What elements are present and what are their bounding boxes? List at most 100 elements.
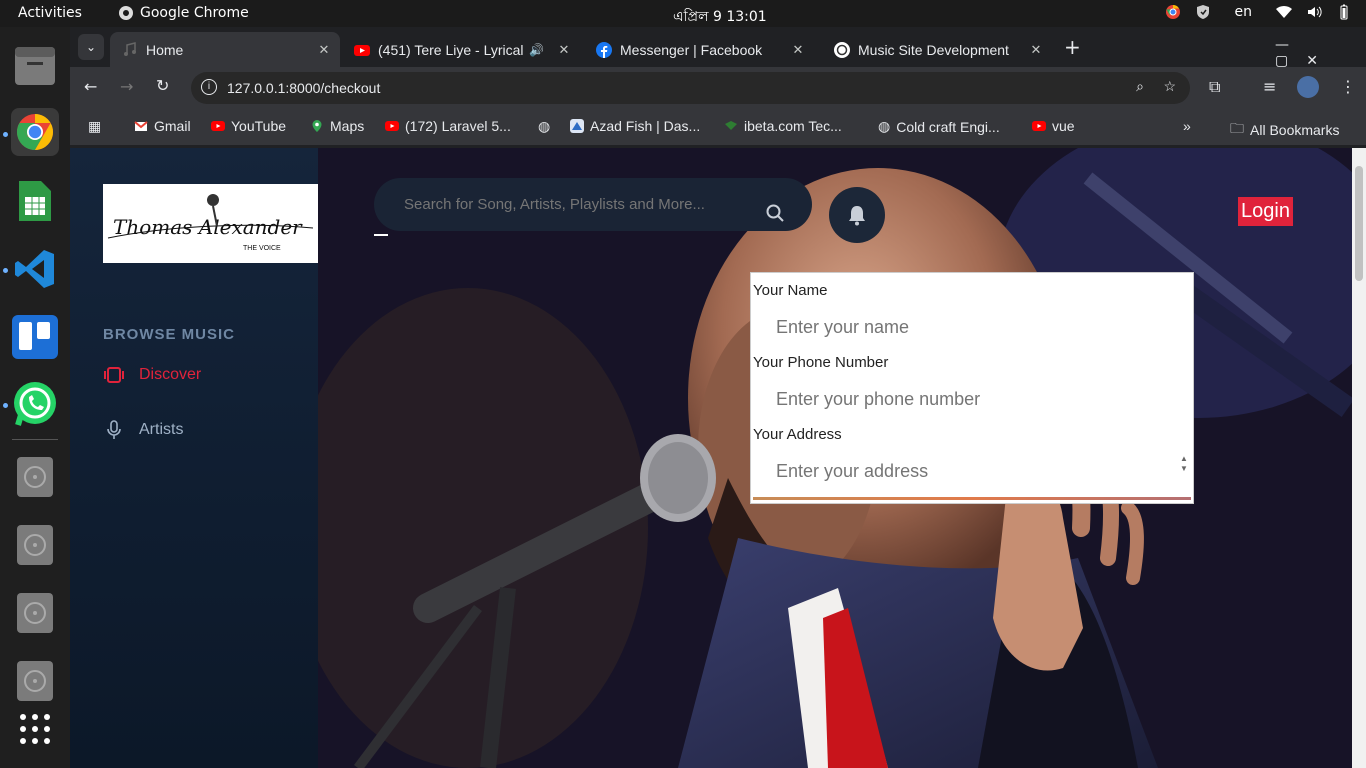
youtube-icon: [211, 121, 225, 131]
tab-strip: ⌄ Home ✕ (451) Tere Liye - Lyrical 🔊 ✕ M…: [70, 27, 1366, 69]
tab-home[interactable]: Home ✕: [110, 32, 340, 67]
files-icon[interactable]: [11, 41, 59, 89]
folder-icon: 🗀: [1230, 120, 1244, 136]
toolbar: ← → ↻ i 127.0.0.1:8000/checkout ⌕ ☆ ⧉ ≡ …: [70, 67, 1366, 109]
chrome-dock-icon[interactable]: [11, 108, 59, 156]
bookmarks-bar: ▦ Gmail YouTube Maps (172) Laravel 5... …: [70, 109, 1366, 145]
forward-icon[interactable]: →: [120, 77, 133, 96]
system-tray[interactable]: en: [1165, 4, 1353, 20]
media-controls-icon[interactable]: ≡: [1263, 77, 1276, 96]
tab-youtube[interactable]: (451) Tere Liye - Lyrical 🔊 ✕: [342, 32, 580, 67]
logo-text: Thomas Alexander: [113, 215, 303, 239]
phone-input[interactable]: [753, 381, 1183, 417]
dock: [0, 27, 70, 768]
tab-title: Home: [146, 41, 184, 58]
minimize-icon[interactable]: —: [1275, 37, 1307, 53]
reload-icon[interactable]: ↻: [156, 76, 169, 95]
volume-icon[interactable]: [1306, 4, 1322, 20]
menu-icon[interactable]: ⋮: [1340, 77, 1356, 96]
audio-playing-icon[interactable]: 🔊: [529, 43, 544, 57]
shield-icon[interactable]: [1195, 4, 1211, 20]
tab-close-icon[interactable]: ✕: [1028, 42, 1044, 58]
extensions-icon[interactable]: ⧉: [1209, 77, 1220, 97]
address-input[interactable]: [753, 453, 1191, 495]
textarea-spinner[interactable]: ▲ ▼: [1179, 454, 1189, 494]
bookmark-vue[interactable]: vue: [1032, 118, 1075, 134]
bookmark-ibeta[interactable]: ibeta.com Tec...: [724, 118, 842, 134]
url-text[interactable]: 127.0.0.1:8000/checkout: [227, 80, 380, 96]
disc-drive-icon[interactable]: [11, 589, 59, 637]
zoom-icon[interactable]: ⌕: [1136, 78, 1144, 95]
battery-icon[interactable]: [1336, 4, 1352, 20]
bookmark-youtube[interactable]: YouTube: [211, 118, 286, 134]
more-bookmarks-icon[interactable]: »: [1183, 118, 1191, 134]
trello-icon[interactable]: [11, 313, 59, 361]
search-icon[interactable]: [766, 204, 784, 222]
browser-chrome: ⌄ Home ✕ (451) Tere Liye - Lyrical 🔊 ✕ M…: [70, 27, 1366, 148]
tab-music-site[interactable]: Music Site Development ✕: [822, 32, 1052, 67]
site-info-icon[interactable]: i: [201, 79, 217, 95]
search-bar[interactable]: [374, 178, 812, 231]
globe-icon: ◍: [878, 118, 891, 134]
language-indicator[interactable]: en: [1235, 4, 1253, 20]
app-grid-icon[interactable]: [11, 705, 59, 753]
chrome-tray-icon[interactable]: [1165, 4, 1181, 20]
disc-drive-icon[interactable]: [11, 453, 59, 501]
youtube-icon: [385, 121, 399, 131]
facebook-favicon: [596, 41, 612, 58]
tab-close-icon[interactable]: ✕: [316, 42, 332, 58]
vscode-icon[interactable]: [11, 245, 59, 293]
disc-drive-icon[interactable]: [11, 657, 59, 705]
sidebar: Thomas Alexander THE VOICE BROWSE MUSIC …: [70, 148, 318, 768]
back-icon[interactable]: ←: [84, 77, 97, 96]
app-name: Google Chrome: [140, 5, 249, 21]
name-label: Your Name: [753, 282, 828, 299]
site-logo[interactable]: Thomas Alexander THE VOICE: [103, 184, 318, 263]
azad-fish-icon: [570, 119, 584, 133]
form-bottom-bar: [753, 497, 1191, 500]
nav-artists[interactable]: Artists: [103, 420, 183, 440]
all-bookmarks[interactable]: 🗀 All Bookmarks: [1230, 118, 1339, 142]
notification-button[interactable]: [829, 187, 885, 243]
tab-title: Messenger | Facebook: [620, 41, 763, 58]
ibeta-icon: [725, 121, 737, 130]
nav-label: Artists: [139, 421, 184, 438]
tab-messenger[interactable]: Messenger | Facebook ✕: [584, 32, 814, 67]
apps-grid-icon[interactable]: ▦: [88, 118, 101, 135]
nav-label: Discover: [139, 366, 202, 383]
globe-icon[interactable]: ◍: [538, 118, 550, 135]
search-input[interactable]: [404, 192, 744, 216]
tab-close-icon[interactable]: ✕: [556, 42, 572, 58]
youtube-icon: [1032, 121, 1046, 131]
scrollbar-thumb[interactable]: [1355, 166, 1363, 281]
address-bar[interactable]: i 127.0.0.1:8000/checkout ⌕ ☆: [191, 72, 1190, 104]
name-input[interactable]: [753, 309, 1183, 345]
activities-button[interactable]: Activities: [18, 5, 82, 21]
tab-search-button[interactable]: ⌄: [78, 34, 104, 60]
chatgpt-favicon: [834, 41, 850, 58]
bookmark-azad-fish[interactable]: Azad Fish | Das...: [570, 118, 700, 134]
bookmark-cold-craft[interactable]: ◍ Cold craft Engi...: [878, 118, 1000, 135]
spreadsheet-icon[interactable]: [11, 177, 59, 225]
login-button[interactable]: Login: [1238, 197, 1293, 226]
tab-title: Music Site Development: [858, 41, 1009, 58]
maps-icon: [312, 120, 322, 132]
disc-drive-icon[interactable]: [11, 521, 59, 569]
tab-close-icon[interactable]: ✕: [790, 42, 806, 58]
app-menu[interactable]: Google Chrome: [118, 5, 249, 21]
bookmark-gmail[interactable]: Gmail: [134, 118, 191, 134]
nav-discover[interactable]: Discover: [103, 366, 201, 384]
whatsapp-icon[interactable]: [11, 380, 59, 428]
window-controls[interactable]: —▢✕: [1275, 37, 1366, 69]
profile-avatar[interactable]: [1297, 76, 1319, 98]
tab-title: (451) Tere Liye - Lyrical: [378, 41, 524, 58]
bookmark-maps[interactable]: Maps: [310, 118, 364, 134]
new-tab-button[interactable]: +: [1064, 35, 1081, 59]
youtube-favicon: [354, 44, 370, 56]
page-scrollbar[interactable]: [1352, 148, 1366, 768]
wifi-icon[interactable]: [1276, 4, 1292, 20]
bookmark-star-icon[interactable]: ☆: [1163, 78, 1176, 95]
bookmark-laravel[interactable]: (172) Laravel 5...: [385, 118, 511, 134]
clock[interactable]: এপ্রিল 9 13:01: [673, 5, 767, 29]
dash-mark: [374, 234, 388, 236]
